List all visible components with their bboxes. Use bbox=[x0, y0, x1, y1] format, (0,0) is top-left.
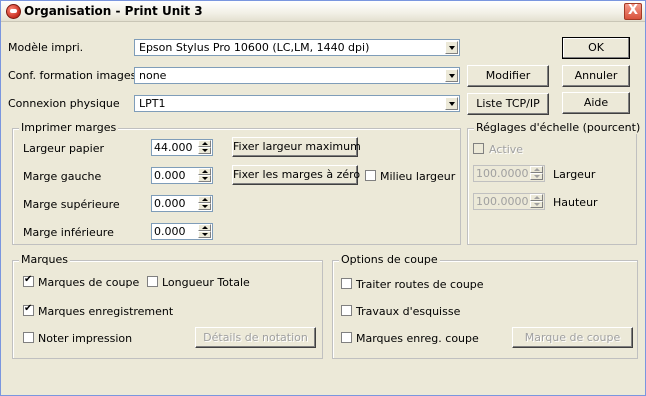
max-width-button[interactable]: Fixer largeur maximum bbox=[232, 137, 361, 157]
cut-mark-button[interactable]: Marque de coupe bbox=[512, 327, 633, 348]
scale-height-stepper[interactable]: 100.0000 bbox=[473, 193, 545, 210]
spin-up-icon[interactable] bbox=[530, 194, 543, 201]
bottom-margin-label: Marge inférieure bbox=[23, 226, 114, 239]
chevron-down-icon[interactable] bbox=[445, 69, 458, 82]
modify-button[interactable]: Modifier bbox=[467, 65, 549, 87]
spin-down-icon[interactable] bbox=[198, 231, 211, 238]
window-title: Organisation - Print Unit 3 bbox=[24, 4, 203, 18]
tcpip-list-button[interactable]: Liste TCP/IP bbox=[467, 93, 549, 115]
top-margin-value: 0.000 bbox=[154, 197, 186, 210]
printer-model-value: Epson Stylus Pro 10600 (LC,LM, 1440 dpi) bbox=[139, 41, 370, 54]
scale-settings-legend: Réglages d'échelle (pourcent) bbox=[474, 121, 643, 134]
spin-down-icon[interactable] bbox=[530, 173, 543, 180]
bottom-margin-value: 0.000 bbox=[154, 225, 186, 238]
chevron-down-icon[interactable] bbox=[445, 97, 458, 110]
spin-down-icon[interactable] bbox=[198, 147, 211, 154]
scale-active-label: Active bbox=[489, 143, 524, 156]
model-label: Modèle impri. bbox=[8, 41, 84, 54]
scale-active-checkbox[interactable] bbox=[473, 143, 484, 154]
left-margin-value: 0.000 bbox=[154, 169, 186, 182]
reg-cut-marks-label: Marques enreg. coupe bbox=[356, 332, 479, 345]
connection-select[interactable]: LPT1 bbox=[134, 95, 460, 112]
image-config-select[interactable]: none bbox=[134, 67, 460, 84]
bottom-margin-stepper[interactable]: 0.000 bbox=[151, 223, 213, 240]
scale-width-label: Largeur bbox=[553, 168, 596, 181]
zero-margins-button[interactable]: Fixer les marges à zéro bbox=[232, 165, 360, 185]
connection-label: Connexion physique bbox=[8, 97, 120, 110]
paper-width-value: 44.000 bbox=[154, 141, 193, 154]
spin-up-icon[interactable] bbox=[198, 168, 211, 175]
print-margins-legend: Imprimer marges bbox=[19, 121, 119, 134]
close-button[interactable]: X bbox=[624, 3, 642, 20]
cut-routes-checkbox[interactable] bbox=[341, 278, 352, 289]
cancel-button[interactable]: Annuler bbox=[562, 65, 630, 87]
spin-up-icon[interactable] bbox=[198, 140, 211, 147]
cut-marks-checkbox[interactable] bbox=[23, 274, 34, 287]
image-config-value: none bbox=[139, 69, 167, 82]
registration-marks-label: Marques enregistrement bbox=[38, 305, 174, 318]
scale-width-value: 100.0000 bbox=[476, 167, 529, 180]
spin-down-icon[interactable] bbox=[530, 201, 543, 208]
total-length-label: Longueur Totale bbox=[162, 276, 250, 289]
cut-routes-label: Traiter routes de coupe bbox=[356, 278, 484, 291]
registration-marks-checkbox[interactable] bbox=[23, 303, 34, 316]
note-print-checkbox[interactable] bbox=[23, 332, 34, 343]
left-margin-label: Marge gauche bbox=[23, 170, 102, 183]
ok-button[interactable]: OK bbox=[562, 37, 630, 59]
printer-model-select[interactable]: Epson Stylus Pro 10600 (LC,LM, 1440 dpi) bbox=[134, 39, 460, 56]
help-button[interactable]: Aide bbox=[562, 92, 630, 114]
conf-label: Conf. formation images. bbox=[8, 69, 140, 82]
marks-legend: Marques bbox=[19, 253, 71, 266]
top-margin-stepper[interactable]: 0.000 bbox=[151, 195, 213, 212]
spin-down-icon[interactable] bbox=[198, 203, 211, 210]
scale-height-label: Hauteur bbox=[553, 196, 598, 209]
dialog-window: Organisation - Print Unit 3 X Modèle imp… bbox=[0, 0, 646, 396]
scale-width-stepper[interactable]: 100.0000 bbox=[473, 165, 545, 182]
paper-width-label: Largeur papier bbox=[23, 142, 104, 155]
reg-cut-marks-checkbox[interactable] bbox=[341, 332, 352, 343]
note-print-label: Noter impression bbox=[38, 332, 133, 345]
title-bar: Organisation - Print Unit 3 X bbox=[1, 1, 645, 22]
scale-height-value: 100.0000 bbox=[476, 195, 529, 208]
paper-width-stepper[interactable]: 44.000 bbox=[151, 139, 213, 156]
sketch-work-label: Travaux d'esquisse bbox=[356, 305, 461, 318]
center-width-label: Milieu largeur bbox=[380, 170, 456, 183]
spin-up-icon[interactable] bbox=[198, 196, 211, 203]
total-length-checkbox[interactable] bbox=[147, 276, 158, 287]
left-margin-stepper[interactable]: 0.000 bbox=[151, 167, 213, 184]
connection-value: LPT1 bbox=[139, 97, 166, 110]
spin-up-icon[interactable] bbox=[198, 224, 211, 231]
app-icon bbox=[6, 4, 21, 19]
top-margin-label: Marge supérieure bbox=[23, 198, 120, 211]
cut-options-legend: Options de coupe bbox=[339, 253, 440, 266]
chevron-down-icon[interactable] bbox=[445, 41, 458, 54]
sketch-work-checkbox[interactable] bbox=[341, 305, 352, 316]
cut-marks-label: Marques de coupe bbox=[38, 276, 140, 289]
notation-details-button[interactable]: Détails de notation bbox=[195, 327, 316, 348]
spin-up-icon[interactable] bbox=[530, 166, 543, 173]
center-width-checkbox[interactable] bbox=[365, 170, 376, 181]
spin-down-icon[interactable] bbox=[198, 175, 211, 182]
